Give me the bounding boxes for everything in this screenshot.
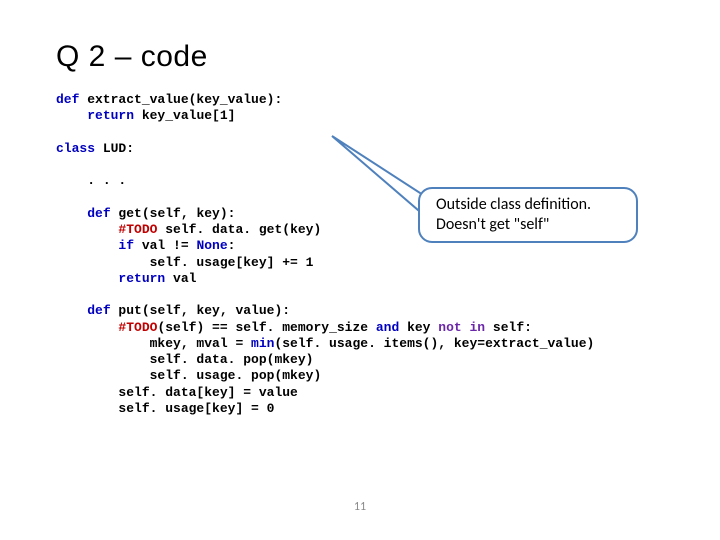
kw-notin: not in xyxy=(438,320,485,335)
callout-line1: Outside class definition. xyxy=(436,195,622,215)
code-red: #TODO xyxy=(118,222,157,237)
code-ellipsis: . . . xyxy=(87,173,126,188)
slide-title: Q 2 – code xyxy=(56,40,720,74)
slide: Q 2 – code Outside class definition. Doe… xyxy=(0,0,720,540)
code-text: : xyxy=(228,238,236,253)
kw-and: and xyxy=(376,320,399,335)
code-text: extract_value(key_value): xyxy=(79,92,282,107)
code-red: #TODO xyxy=(118,320,157,335)
code-text: self. data. pop(mkey) xyxy=(150,352,314,367)
kw-class: class xyxy=(56,141,95,156)
code-text: self: xyxy=(485,320,532,335)
kw-def: def xyxy=(87,303,110,318)
code-text: val != xyxy=(134,238,196,253)
code-text: (self, key, value): xyxy=(142,303,290,318)
code-text: val xyxy=(165,271,196,286)
code-text: self. data[key] = value xyxy=(118,385,297,400)
kw-if: if xyxy=(118,238,134,253)
code-text: get xyxy=(111,206,142,221)
code-text: LUD: xyxy=(95,141,134,156)
code-text: put xyxy=(111,303,142,318)
kw-def: def xyxy=(87,206,110,221)
code-text: mkey, mval = xyxy=(150,336,251,351)
callout-line2: Doesn't get "self" xyxy=(436,215,622,235)
code-block: def extract_value(key_value): return key… xyxy=(56,92,720,417)
callout-box: Outside class definition. Doesn't get "s… xyxy=(418,187,638,243)
code-text: self. usage[key] += 1 xyxy=(150,255,314,270)
kw-none: None xyxy=(196,238,227,253)
code-text: self. usage[key] = 0 xyxy=(118,401,274,416)
code-text: key xyxy=(399,320,438,335)
page-number: 11 xyxy=(354,500,366,514)
code-text: (self. usage. items(), key=extract_value… xyxy=(274,336,594,351)
code-text: (self, key): xyxy=(142,206,236,221)
kw-return: return xyxy=(118,271,165,286)
kw-return: return xyxy=(87,108,134,123)
code-text: self. usage. pop(mkey) xyxy=(150,368,322,383)
kw-min: min xyxy=(251,336,274,351)
kw-def: def xyxy=(56,92,79,107)
code-text: self. data. get(key) xyxy=(165,222,321,237)
code-text: key_value[1] xyxy=(134,108,235,123)
code-text: (self) == self. memory_size xyxy=(157,320,375,335)
